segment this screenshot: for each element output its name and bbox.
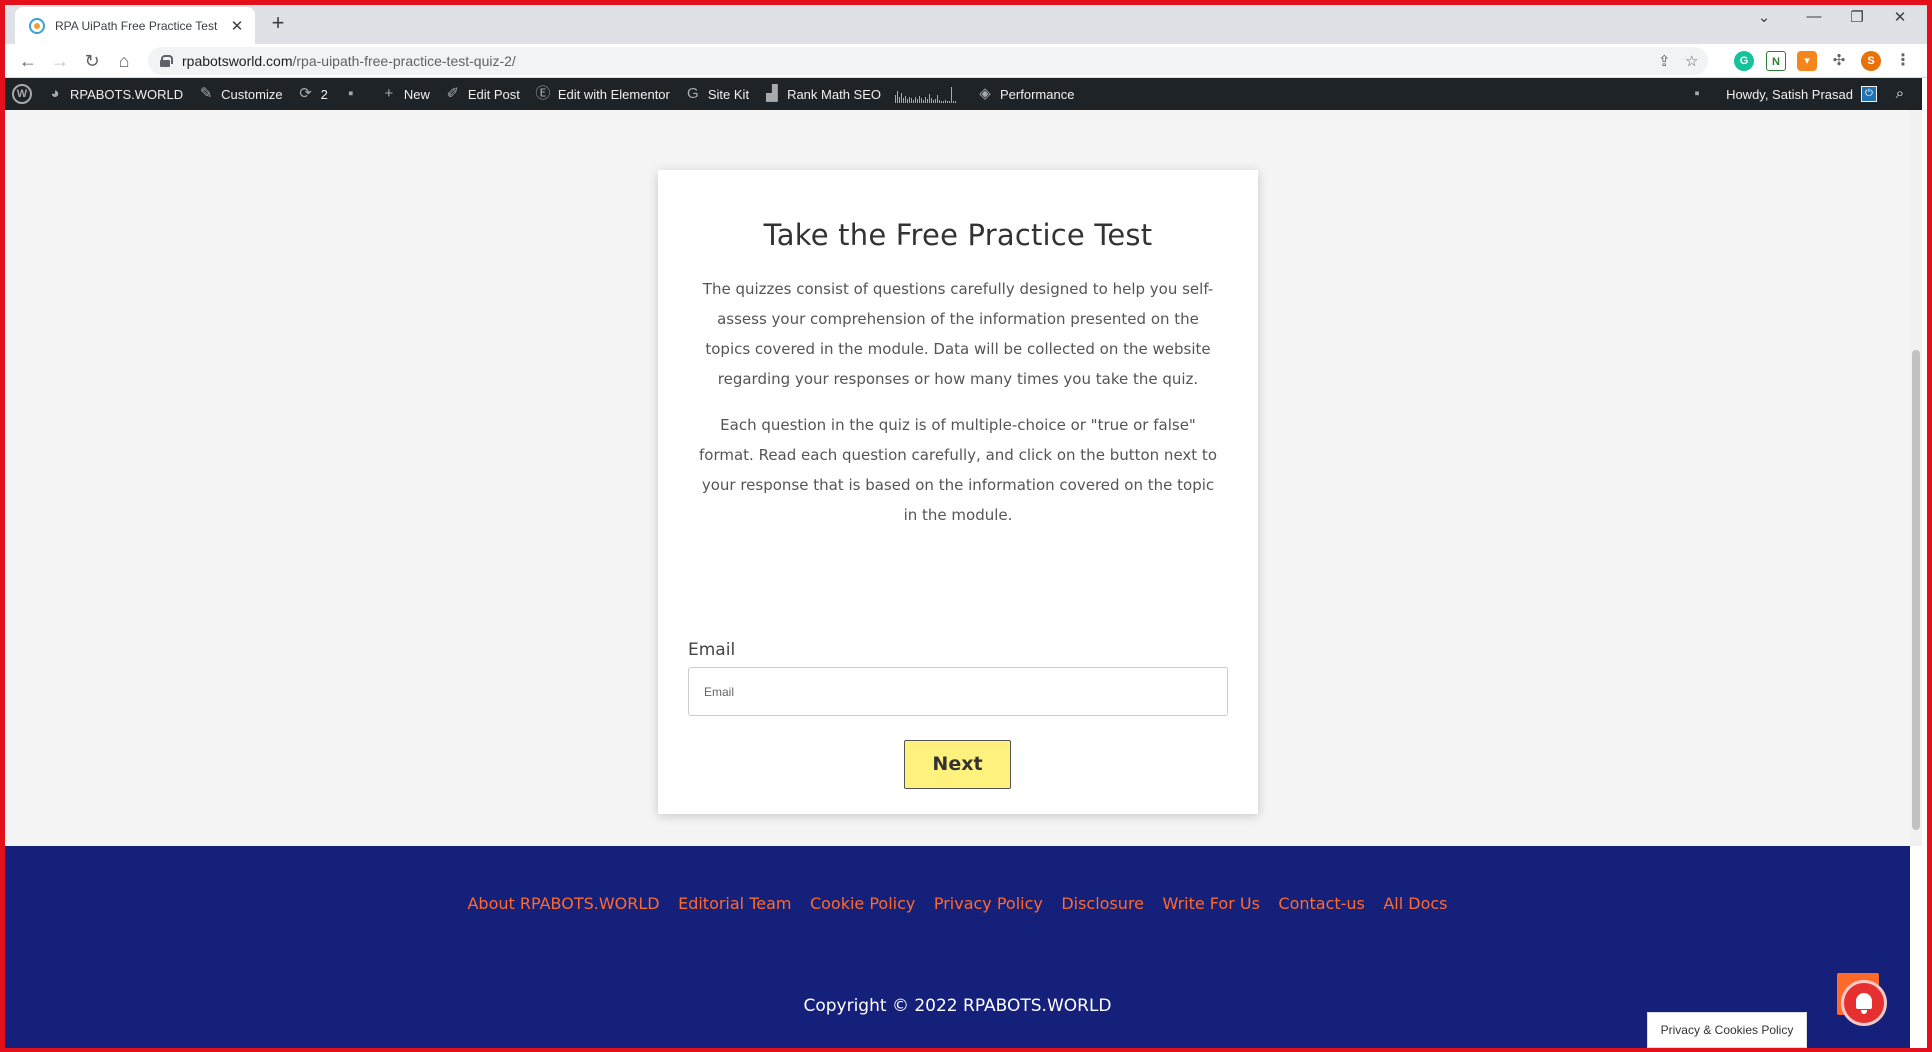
close-tab-icon[interactable]: ✕ [229, 17, 245, 35]
footer-link-about[interactable]: About RPABOTS.WORLD [467, 894, 659, 913]
url-text: rpabotsworld.com/rpa-uipath-free-practic… [182, 53, 516, 69]
wordpress-icon: W [12, 84, 32, 104]
browser-tab[interactable]: RPA UiPath Free Practice Test - Q ✕ [15, 7, 255, 44]
rank-math-label: Rank Math SEO [787, 86, 881, 102]
howdy-label: Howdy, Satish Prasad [1726, 86, 1853, 102]
plus-icon: + [384, 85, 394, 102]
back-icon[interactable]: ← [16, 50, 40, 72]
user-avatar-icon: ⏻ [1861, 86, 1877, 102]
copyright-text: Copyright © 2022 RPABOTS.WORLD [803, 996, 1112, 1016]
bookmark-star-icon[interactable]: ☆ [1685, 52, 1698, 70]
extensions-puzzle-icon[interactable]: ✣ [1829, 51, 1849, 71]
edit-elementor-menu[interactable]: Ⓔ Edit with Elementor [527, 78, 677, 110]
footer-nav: About RPABOTS.WORLD Editorial Team Cooki… [5, 894, 1910, 914]
footer-link-cookie-policy[interactable]: Cookie Policy [810, 894, 915, 913]
footer-link-editorial-team[interactable]: Editorial Team [678, 894, 791, 913]
next-button[interactable]: Next [904, 740, 1011, 789]
my-account-menu[interactable]: Howdy, Satish Prasad ⏻ [1719, 78, 1884, 110]
address-bar[interactable]: rpabotsworld.com/rpa-uipath-free-practic… [148, 47, 1708, 75]
quiz-title: Take the Free Practice Test [763, 218, 1153, 252]
performance-menu[interactable]: ◈ Performance [969, 78, 1081, 110]
tab-search-icon[interactable]: ⌄ [1749, 8, 1779, 26]
new-tab-button[interactable]: + [265, 10, 291, 36]
forward-icon[interactable]: → [48, 50, 72, 72]
metamask-extension-icon[interactable]: ▾ [1797, 51, 1817, 71]
reload-icon[interactable]: ↻ [80, 50, 104, 72]
admin-search[interactable]: ⌕ [1884, 78, 1922, 110]
updates-menu[interactable]: ⟳ 2 [290, 78, 335, 110]
notification-bell-icon[interactable] [1841, 980, 1887, 1026]
site-kit-label: Site Kit [707, 86, 750, 102]
new-label: New [403, 86, 430, 102]
edit-post-menu[interactable]: ✐ Edit Post [437, 78, 527, 110]
site-kit-menu[interactable]: G Site Kit [677, 78, 756, 110]
wp-admin-bar: W ◕ RPABOTS.WORLD ✎ Customize ⟳ 2 ▪ + New ✐ E… [5, 78, 1922, 110]
n-extension-icon[interactable]: N [1766, 51, 1786, 71]
site-favicon-icon [29, 17, 45, 34]
footer-link-disclosure[interactable]: Disclosure [1061, 894, 1144, 913]
footer-link-write-for-us[interactable]: Write For Us [1162, 894, 1259, 913]
footer-link-contact-us[interactable]: Contact-us [1278, 894, 1365, 913]
pencil-icon: ✐ [446, 85, 460, 102]
rank-math-menu[interactable]: ▟ Rank Math SEO [756, 78, 888, 110]
updates-icon: ⟳ [299, 85, 312, 102]
brush-icon: ✎ [199, 85, 213, 102]
performance-label: Performance [1000, 86, 1075, 102]
browser-toolbar: ← → ↻ ⌂ rpabotsworld.com/rpa-uipath-free… [0, 44, 1932, 78]
quiz-card: Take the Free Practice Test The quizzes … [658, 170, 1258, 814]
grammarly-extension-icon[interactable]: G [1734, 51, 1754, 71]
updates-count: 2 [320, 86, 328, 102]
close-window-button[interactable]: ✕ [1885, 8, 1915, 26]
chrome-menu-icon[interactable]: ⋮ [1893, 51, 1913, 71]
admin-bar-right: ▪ Howdy, Satish Prasad ⏻ ⌕ [1681, 78, 1922, 110]
edit-post-label: Edit Post [467, 86, 520, 102]
dashboard-icon: ◕ [50, 85, 60, 102]
search-icon: ⌕ [1895, 85, 1905, 102]
privacy-cookies-button[interactable]: Privacy & Cookies Policy [1647, 1012, 1807, 1048]
elementor-icon: Ⓔ [535, 85, 551, 102]
google-icon: G [687, 85, 699, 102]
quiz-description-1: The quizzes consist of questions careful… [702, 280, 1214, 388]
wp-logo-menu[interactable]: W [5, 78, 39, 110]
tab-title: RPA UiPath Free Practice Test - Q [55, 18, 221, 33]
quiz-description-2: Each question in the quiz is of multiple… [698, 416, 1217, 524]
lock-icon[interactable] [160, 55, 173, 67]
notifications-menu[interactable]: ▪ [1681, 78, 1719, 110]
browser-tab-strip: RPA UiPath Free Practice Test - Q ✕ + ⌄ … [0, 0, 1932, 44]
share-icon[interactable]: ⇪ [1658, 52, 1671, 70]
customize-label: Customize [221, 86, 283, 102]
profile-avatar[interactable]: S [1861, 51, 1881, 71]
customize-menu[interactable]: ✎ Customize [190, 78, 289, 110]
scrollbar-thumb[interactable] [1912, 350, 1920, 830]
edit-elementor-label: Edit with Elementor [557, 86, 670, 102]
site-name-label: RPABOTS.WORLD [70, 86, 184, 102]
site-footer: About RPABOTS.WORLD Editorial Team Cooki… [5, 846, 1910, 1048]
restore-button[interactable]: ❐ [1842, 8, 1872, 26]
footer-link-all-docs[interactable]: All Docs [1383, 894, 1447, 913]
new-content-menu[interactable]: + New [373, 78, 437, 110]
performance-icon: ◈ [979, 85, 991, 102]
comment-icon: ▪ [348, 85, 354, 102]
home-icon[interactable]: ⌂ [112, 50, 136, 72]
footer-link-privacy-policy[interactable]: Privacy Policy [934, 894, 1043, 913]
stats-sparkline[interactable] [888, 78, 969, 110]
rank-math-icon: ▟ [766, 85, 778, 102]
site-name-menu[interactable]: ◕ RPABOTS.WORLD [39, 78, 190, 110]
notification-icon: ▪ [1694, 85, 1700, 102]
minimize-button[interactable]: — [1799, 8, 1829, 25]
stats-sparkline-icon [895, 85, 956, 103]
email-input[interactable] [688, 667, 1228, 716]
email-label: Email [688, 640, 736, 660]
page-scrollbar[interactable] [1910, 110, 1922, 846]
comments-menu[interactable]: ▪ [335, 78, 373, 110]
